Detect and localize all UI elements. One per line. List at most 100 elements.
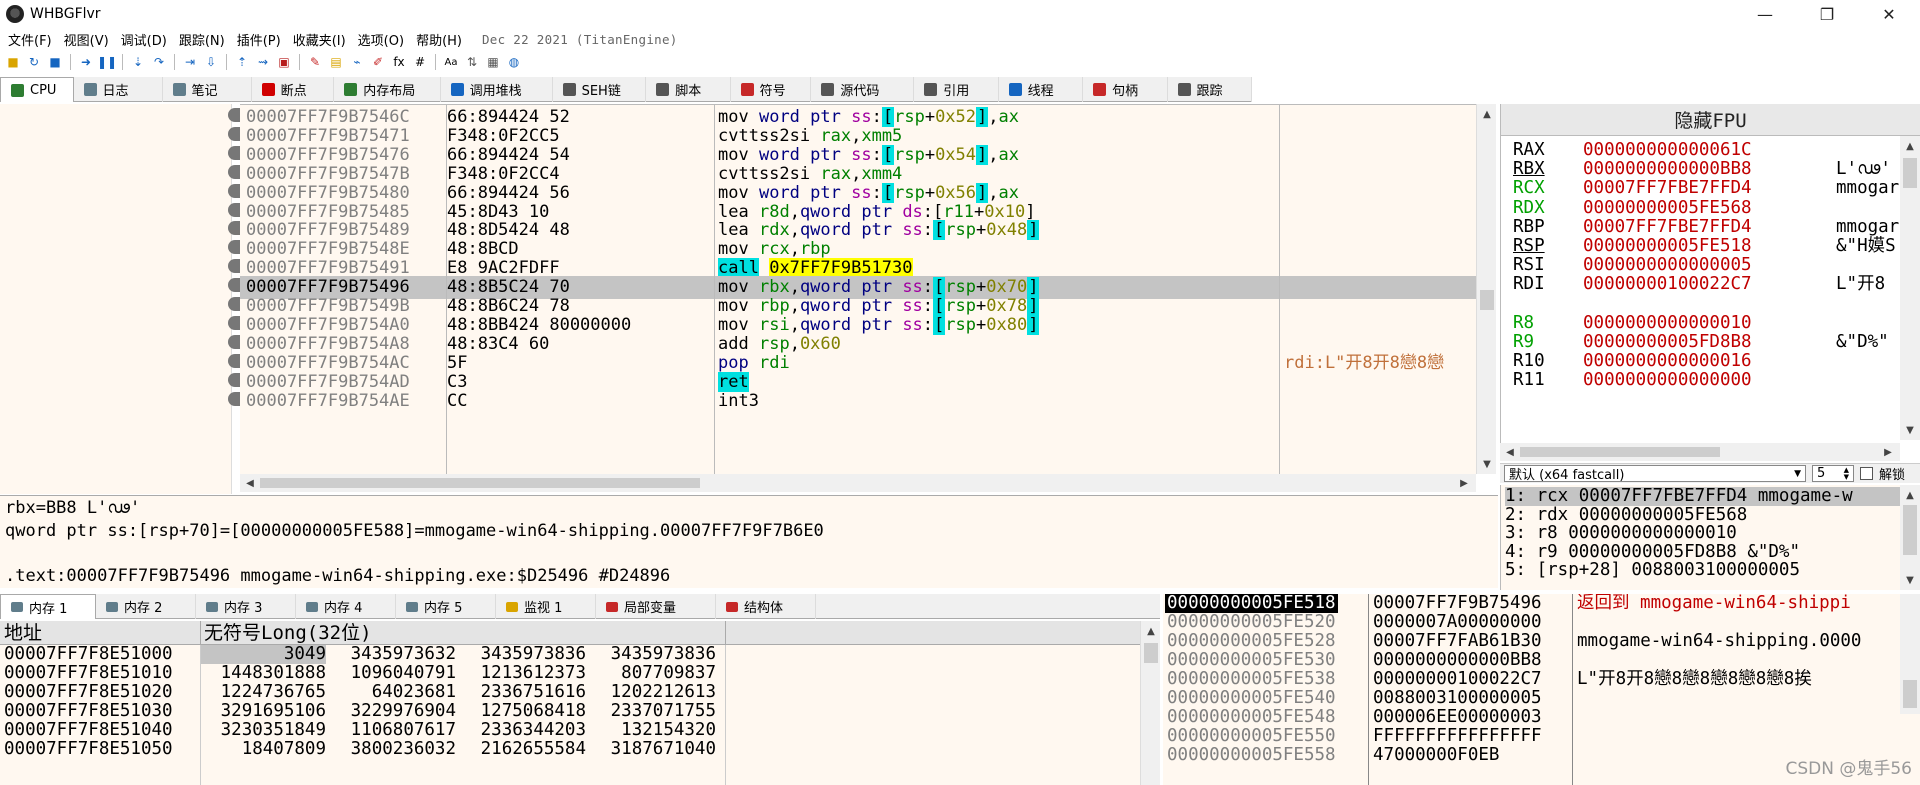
dump-value[interactable]: 2337071755	[590, 702, 716, 721]
disassembly-horizontal-scrollbar[interactable]: ◀ ▶	[240, 474, 1476, 492]
minimize-button[interactable]: —	[1734, 0, 1796, 28]
breakpoint-marker-icon[interactable]	[228, 297, 240, 311]
tab-cpu[interactable]: CPU	[0, 77, 74, 102]
tab-dump-4[interactable]: 内存 4	[296, 594, 396, 619]
breakpoint-marker-icon[interactable]	[228, 126, 240, 141]
menu-view[interactable]: 视图(V)	[62, 30, 119, 49]
step-into-icon[interactable]: ⇣	[129, 53, 147, 71]
tab-trace[interactable]: 跟踪	[1168, 77, 1252, 102]
breakpoint-marker-icon[interactable]	[228, 202, 240, 217]
tab-script[interactable]: 脚本	[646, 77, 731, 102]
breakpoint-marker-icon[interactable]	[228, 278, 240, 293]
breakpoint-marker-icon[interactable]	[228, 315, 240, 330]
tab-handles[interactable]: 句柄	[1083, 77, 1168, 102]
scylla-icon[interactable]: ▣	[275, 53, 293, 71]
close-icon[interactable]: ■	[46, 53, 64, 71]
dump-value[interactable]: 2336751616	[460, 683, 586, 702]
dump-value[interactable]: 1275068418	[460, 702, 586, 721]
scroll-down-icon[interactable]: ▼	[1902, 572, 1918, 588]
dump-vertical-scrollbar[interactable]: ▲	[1140, 621, 1160, 785]
dump-value[interactable]: 3435973836	[460, 645, 586, 664]
dump-value[interactable]: 807709837	[590, 664, 716, 683]
scroll-up-icon[interactable]: ▲	[1902, 138, 1918, 154]
dump-value[interactable]: 3187671040	[590, 740, 716, 759]
dump-data-header[interactable]: 无符号Long(32位)	[204, 621, 372, 645]
calculator-icon[interactable]: ▦	[484, 53, 502, 71]
scroll-right-icon[interactable]: ▶	[1456, 475, 1472, 491]
scroll-thumb[interactable]	[1903, 680, 1917, 708]
scroll-up-icon[interactable]: ▲	[1479, 106, 1495, 122]
execute-till-return-icon[interactable]: ⇡	[233, 53, 251, 71]
dump-value[interactable]: 3435973632	[330, 645, 456, 664]
dump-value[interactable]: 1448301888	[200, 664, 326, 683]
breakpoint-marker-icon[interactable]	[228, 240, 240, 255]
run-to-user-code-icon[interactable]: ⇝	[254, 53, 272, 71]
dump-value[interactable]: 1224736765	[200, 683, 326, 702]
registers-vertical-scrollbar[interactable]: ▲ ▼	[1900, 136, 1920, 440]
dump-value[interactable]: 1096040791	[330, 664, 456, 683]
trace-over-icon[interactable]: ⇩	[202, 53, 220, 71]
breakpoint-column[interactable]	[228, 104, 240, 474]
tab-log[interactable]: 日志	[74, 77, 163, 102]
tab-breakpoint[interactable]: 断点	[252, 77, 335, 102]
register-value[interactable]: 00000000100022C7	[1583, 272, 1752, 296]
breakpoint-marker-icon[interactable]	[228, 259, 240, 274]
scroll-thumb[interactable]	[1520, 447, 1720, 457]
dump-value[interactable]: 1213612373	[460, 664, 586, 683]
scroll-up-icon[interactable]: ▲	[1143, 623, 1159, 639]
dump-value[interactable]: 64023681	[330, 683, 456, 702]
menu-help[interactable]: 帮助(H)	[414, 30, 472, 49]
scroll-right-icon[interactable]: ▶	[1880, 444, 1896, 460]
patch-icon[interactable]: ✎	[306, 53, 324, 71]
disassembly-row[interactable]: 00007FF7F9B754AE CC int3	[240, 390, 1476, 413]
breakpoint-marker-icon[interactable]	[228, 164, 240, 179]
dump-value[interactable]: 2162655584	[460, 740, 586, 759]
step-over-icon[interactable]: ↷	[150, 53, 168, 71]
dump-value[interactable]: 3049	[200, 645, 326, 664]
menu-file[interactable]: 文件(F)	[6, 30, 62, 49]
tab-dump-2[interactable]: 内存 2	[96, 594, 196, 619]
tab-dump-5[interactable]: 内存 5	[396, 594, 496, 619]
scroll-left-icon[interactable]: ◀	[1502, 444, 1518, 460]
menu-favourites[interactable]: 收藏夹(I)	[291, 30, 356, 49]
calling-convention-select[interactable]: 默认 (x64 fastcall) ▼	[1504, 465, 1806, 483]
breakpoint-marker-icon[interactable]	[228, 183, 240, 198]
argument-count-spinner[interactable]: 5 ▲ ▼	[1812, 465, 1854, 482]
restart-icon[interactable]: ↻	[25, 53, 43, 71]
menu-options[interactable]: 选项(O)	[356, 30, 414, 49]
breakpoint-marker-icon[interactable]	[228, 372, 240, 387]
dump-value[interactable]: 3229976904	[330, 702, 456, 721]
comment-icon[interactable]: ▤	[327, 53, 345, 71]
breakpoint-marker-icon[interactable]	[228, 221, 240, 236]
scroll-down-icon[interactable]: ▼	[1902, 422, 1918, 438]
maximize-button[interactable]: ❐	[1796, 0, 1858, 28]
dump-value[interactable]: 3800236032	[330, 740, 456, 759]
menu-debug[interactable]: 调试(D)	[119, 30, 177, 49]
scroll-thumb[interactable]	[1903, 505, 1917, 555]
breakpoint-marker-icon[interactable]	[228, 353, 240, 368]
tab-threads[interactable]: 线程	[999, 77, 1084, 102]
unlock-checkbox[interactable]	[1860, 467, 1873, 480]
scroll-down-icon[interactable]: ▼	[1479, 456, 1495, 472]
hash-icon[interactable]: #	[411, 53, 429, 71]
dump-value[interactable]: 3435973836	[590, 645, 716, 664]
disassembly-view[interactable]: 00007FF7F9B7546C 66:894424 52 mov word ptr…	[240, 104, 1476, 474]
tab-call-stack[interactable]: 调用堆栈	[441, 77, 553, 102]
trace-into-icon[interactable]: ⇥	[181, 53, 199, 71]
tab-dump-7[interactable]: 局部变量	[596, 594, 716, 619]
register-value[interactable]: 0000000000000000	[1583, 368, 1752, 392]
scroll-thumb[interactable]	[1903, 158, 1917, 188]
scroll-thumb[interactable]	[1144, 643, 1158, 663]
scroll-up-icon[interactable]: ▲	[1902, 487, 1918, 503]
tab-references[interactable]: 引用	[914, 77, 999, 102]
tab-dump-3[interactable]: 内存 3	[196, 594, 296, 619]
tab-notes[interactable]: 笔记	[163, 77, 252, 102]
tab-source[interactable]: 源代码	[811, 77, 915, 102]
calls-icon[interactable]: ⇅	[463, 53, 481, 71]
scroll-thumb[interactable]	[1480, 290, 1494, 310]
label-icon[interactable]: ⌁	[348, 53, 366, 71]
memory-dump-view[interactable]: 地址 无符号Long(32位) 00007FF7F8E51000 3049 3435…	[0, 621, 1160, 785]
tab-dump-1[interactable]: 内存 1	[0, 594, 96, 619]
close-button[interactable]: ✕	[1858, 0, 1920, 28]
function-icon[interactable]: fx	[390, 53, 408, 71]
